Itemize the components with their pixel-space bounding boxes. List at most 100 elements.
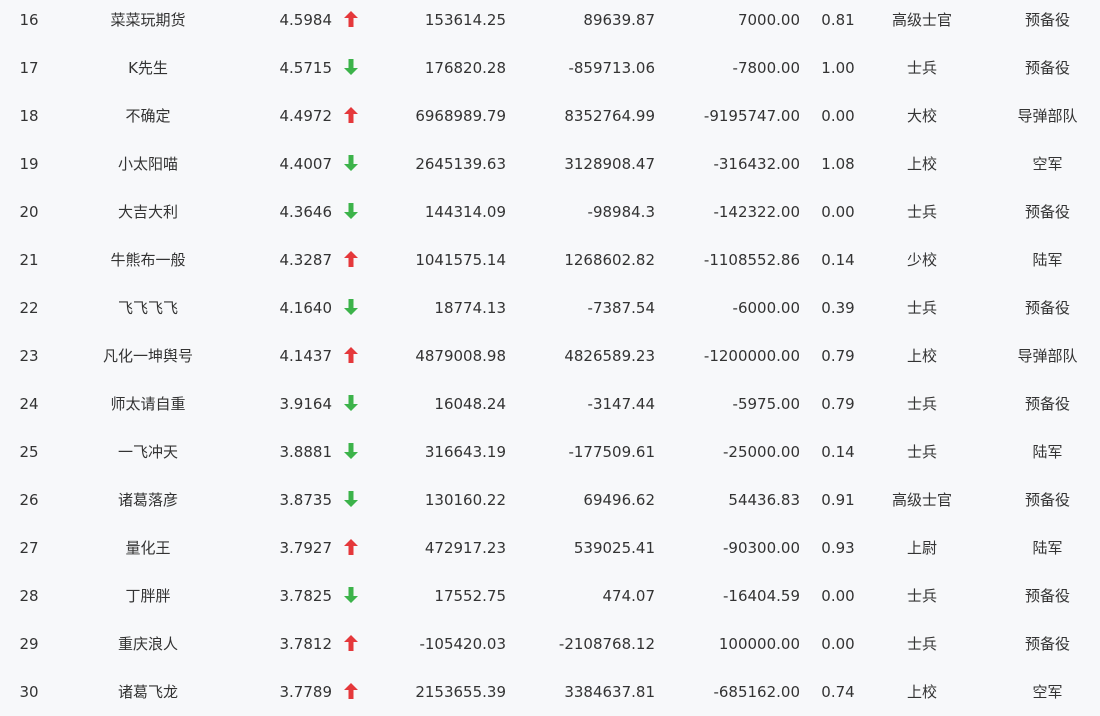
trader-name[interactable]: 牛熊布一般 (68, 236, 228, 284)
table-row[interactable]: 21 牛熊布一般 4.3287 1041575.14 1268602.82 -110855… (0, 236, 1100, 284)
value-2-cell: 69496.62 (583, 491, 655, 509)
table-row[interactable]: 20 大吉大利 4.3646 144314.09 -98984.3 -142322.00 0… (0, 188, 1100, 236)
ratio-cell: 0.00 (821, 107, 855, 125)
arrow-up-icon (344, 683, 358, 699)
arrow-up-icon (344, 635, 358, 651)
value-1-cell: 6968989.79 (415, 107, 506, 125)
table-row[interactable]: 30 诸葛飞龙 3.7789 2153655.39 3384637.81 -685162.… (0, 668, 1100, 716)
value-3-cell: -25000.00 (723, 443, 800, 461)
table-row[interactable]: 23 凡化一坤舆号 4.1437 4879008.98 4826589.23 -12000… (0, 332, 1100, 380)
ratio-cell: 0.00 (821, 203, 855, 221)
ranking-table: 16 菜菜玩期货 4.5984 153614.25 89639.87 7000.00 0.8… (0, 0, 1100, 716)
trend-cell (340, 572, 362, 620)
trader-name[interactable]: 凡化一坤舆号 (68, 332, 228, 380)
rank-cell: 22 (19, 299, 39, 317)
score-cell: 4.4972 (279, 107, 333, 125)
trader-name[interactable]: 不确定 (68, 92, 228, 140)
table-row[interactable]: 19 小太阳喵 4.4007 2645139.63 3128908.47 -316432.… (0, 140, 1100, 188)
value-3-cell: -685162.00 (713, 683, 800, 701)
military-rank-cell: 高级士官 (891, 11, 952, 29)
score-cell: 4.4007 (279, 155, 333, 173)
table-row[interactable]: 16 菜菜玩期货 4.5984 153614.25 89639.87 7000.00 0.8… (0, 0, 1100, 44)
value-1-cell: 144314.09 (424, 203, 506, 221)
arrow-down-icon (344, 299, 358, 315)
military-rank-cell: 上尉 (906, 539, 937, 557)
value-2-cell: -2108768.12 (558, 635, 655, 653)
ratio-cell: 0.81 (821, 11, 855, 29)
value-3-cell: -9195747.00 (703, 107, 800, 125)
unit-cell: 预备役 (1024, 635, 1070, 653)
table-row[interactable]: 26 诸葛落彦 3.8735 130160.22 69496.62 54436.83 0.9… (0, 476, 1100, 524)
trend-cell (340, 380, 362, 428)
trend-cell (340, 668, 362, 716)
value-3-cell: 100000.00 (718, 635, 800, 653)
military-rank-cell: 士兵 (906, 59, 937, 77)
table-row[interactable]: 28 丁胖胖 3.7825 17552.75 474.07 -16404.59 0.00 士兵… (0, 572, 1100, 620)
rank-cell: 24 (19, 395, 39, 413)
arrow-up-icon (344, 107, 358, 123)
arrow-up-icon (344, 11, 358, 27)
trader-name[interactable]: 丁胖胖 (68, 572, 228, 620)
trader-name[interactable]: 一飞冲天 (68, 428, 228, 476)
military-rank-cell: 士兵 (906, 395, 937, 413)
trend-cell (340, 44, 362, 92)
score-cell: 3.7927 (279, 539, 333, 557)
value-2-cell: -177509.61 (568, 443, 655, 461)
value-3-cell: -1108552.86 (703, 251, 800, 269)
value-2-cell: 89639.87 (583, 11, 655, 29)
table-row[interactable]: 24 师太请自重 3.9164 16048.24 -3147.44 -5975.00 0.7… (0, 380, 1100, 428)
score-cell: 4.1437 (279, 347, 333, 365)
score-cell: 3.9164 (279, 395, 333, 413)
trader-name[interactable]: 师太请自重 (68, 380, 228, 428)
military-rank-cell: 上校 (906, 155, 937, 173)
score-cell: 4.1640 (279, 299, 333, 317)
rank-cell: 21 (19, 251, 39, 269)
trader-name[interactable]: 菜菜玩期货 (68, 0, 228, 44)
table-row[interactable]: 29 重庆浪人 3.7812 -105420.03 -2108768.12 100000.… (0, 620, 1100, 668)
score-cell: 3.7812 (279, 635, 333, 653)
trend-cell (340, 140, 362, 188)
ratio-cell: 0.79 (821, 395, 855, 413)
value-1-cell: 16048.24 (434, 395, 506, 413)
trend-cell (340, 0, 362, 44)
unit-cell: 导弹部队 (1017, 347, 1078, 365)
trader-name[interactable]: 量化王 (68, 524, 228, 572)
trader-name[interactable]: 飞飞飞飞 (68, 284, 228, 332)
value-3-cell: -16404.59 (723, 587, 800, 605)
score-cell: 3.7825 (279, 587, 333, 605)
ratio-cell: 1.08 (821, 155, 855, 173)
trader-name[interactable]: 诸葛落彦 (68, 476, 228, 524)
military-rank-cell: 高级士官 (891, 491, 952, 509)
trader-name[interactable]: 大吉大利 (68, 188, 228, 236)
trader-name[interactable]: K先生 (68, 44, 228, 92)
trader-name[interactable]: 重庆浪人 (68, 620, 228, 668)
unit-cell: 预备役 (1024, 299, 1070, 317)
value-3-cell: -6000.00 (732, 299, 800, 317)
arrow-up-icon (344, 251, 358, 267)
table-row[interactable]: 27 量化王 3.7927 472917.23 539025.41 -90300.00 0.… (0, 524, 1100, 572)
unit-cell: 陆军 (1032, 539, 1063, 557)
unit-cell: 导弹部队 (1017, 107, 1078, 125)
value-2-cell: 3384637.81 (564, 683, 655, 701)
value-1-cell: 2645139.63 (415, 155, 506, 173)
unit-cell: 预备役 (1024, 587, 1070, 605)
military-rank-cell: 士兵 (906, 203, 937, 221)
value-1-cell: 176820.28 (424, 59, 506, 77)
unit-cell: 陆军 (1032, 251, 1063, 269)
value-2-cell: -98984.3 (587, 203, 655, 221)
table-row[interactable]: 25 一飞冲天 3.8881 316643.19 -177509.61 -25000.00… (0, 428, 1100, 476)
value-3-cell: -7800.00 (732, 59, 800, 77)
table-row[interactable]: 22 飞飞飞飞 4.1640 18774.13 -7387.54 -6000.00 0.39… (0, 284, 1100, 332)
value-1-cell: 130160.22 (424, 491, 506, 509)
arrow-down-icon (344, 587, 358, 603)
table-row[interactable]: 18 不确定 4.4972 6968989.79 8352764.99 -9195747.… (0, 92, 1100, 140)
trader-name[interactable]: 小太阳喵 (68, 140, 228, 188)
table-row[interactable]: 17 K先生 4.5715 176820.28 -859713.06 -7800.00 1.… (0, 44, 1100, 92)
rank-cell: 18 (19, 107, 39, 125)
military-rank-cell: 士兵 (906, 635, 937, 653)
trend-cell (340, 284, 362, 332)
trader-name[interactable]: 诸葛飞龙 (68, 668, 228, 716)
ratio-cell: 0.14 (821, 443, 855, 461)
military-rank-cell: 士兵 (906, 443, 937, 461)
value-2-cell: 539025.41 (573, 539, 655, 557)
